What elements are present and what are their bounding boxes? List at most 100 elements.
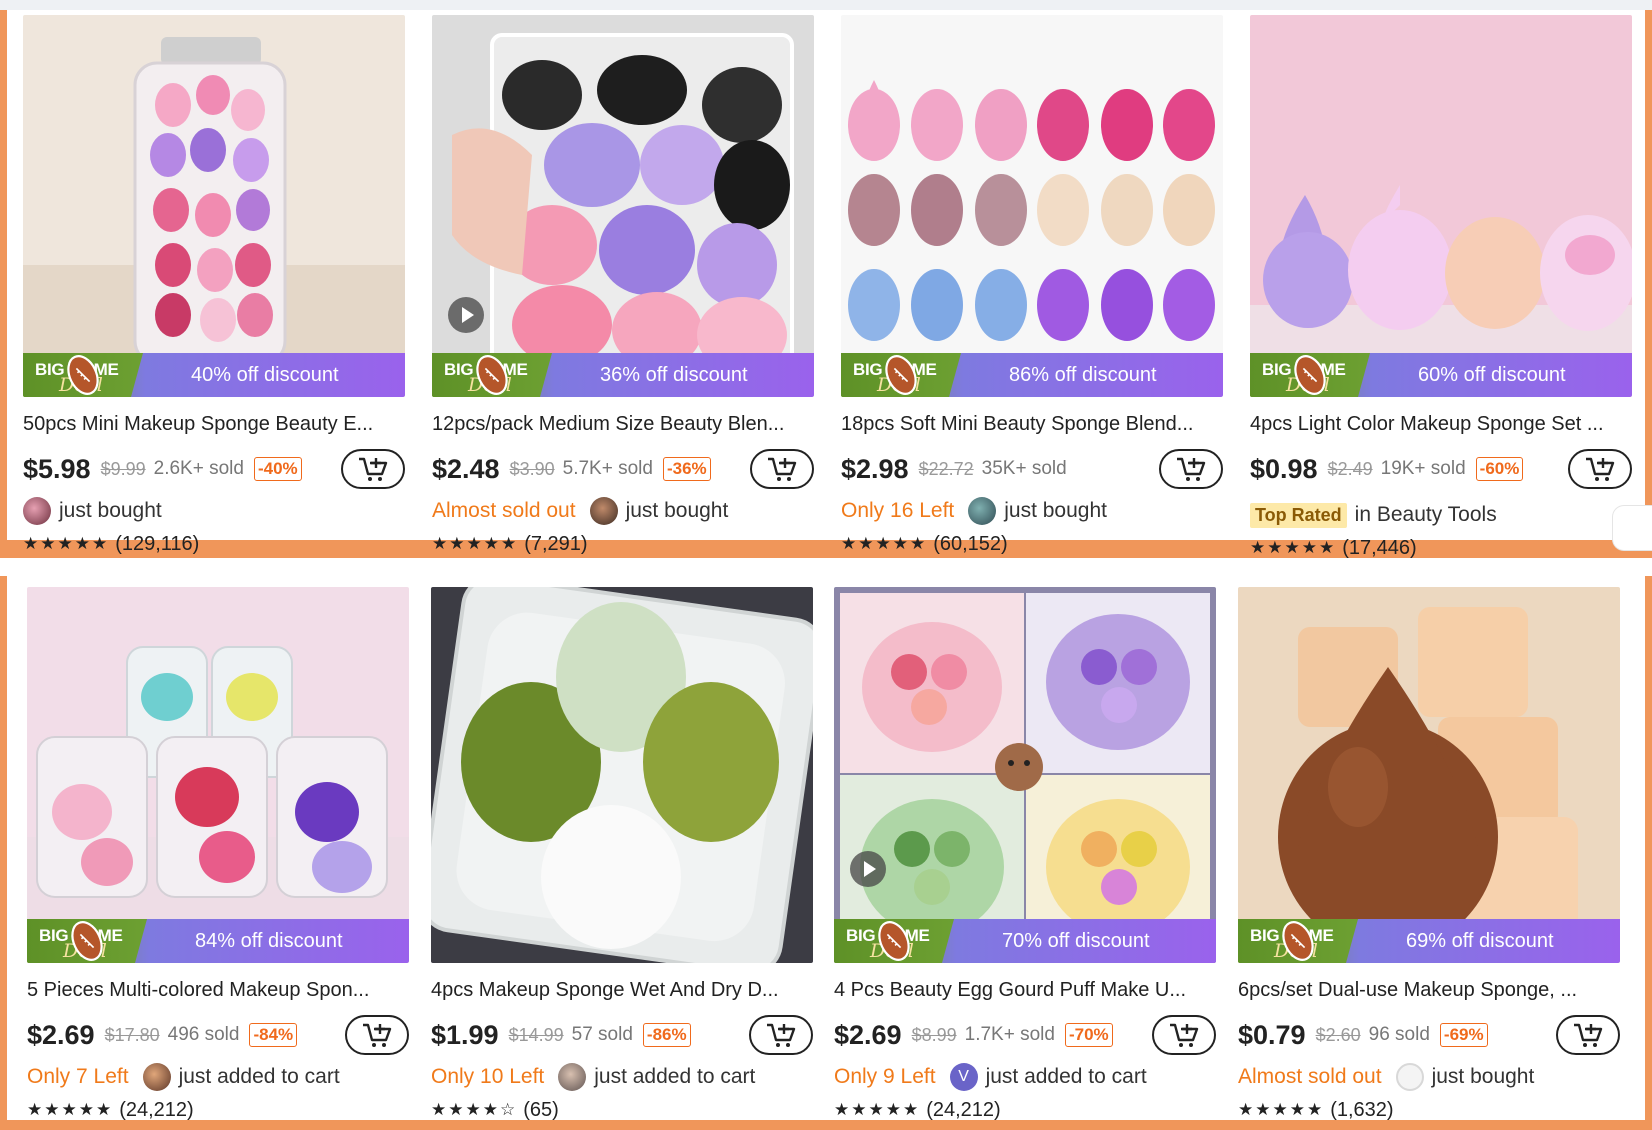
discount-badge: -36%: [662, 457, 711, 481]
product-image[interactable]: BIG GAME Deal 69% off discount: [1238, 587, 1620, 963]
product-title[interactable]: 4 Pcs Beauty Egg Gourd Puff Make U...: [834, 979, 1214, 1005]
product-title[interactable]: 18pcs Soft Mini Beauty Sponge Blend...: [841, 413, 1221, 439]
rating-row: ★★★★★ (7,291): [432, 529, 814, 559]
product-image[interactable]: BIG GAME Deal 60% off discount: [1250, 15, 1632, 397]
football-icon: [878, 921, 910, 961]
review-count[interactable]: (60,152): [933, 533, 1008, 556]
review-count[interactable]: (129,116): [115, 533, 199, 556]
product-title[interactable]: 5 Pieces Multi-colored Makeup Spon...: [27, 979, 407, 1005]
add-to-cart-button[interactable]: [1159, 449, 1223, 489]
rating-row: ★★★★★ (24,212): [834, 1095, 1216, 1125]
product-image[interactable]: BIG GAME Deal 36% off discount: [432, 15, 814, 397]
dual-use-sponge-photo: [1238, 587, 1620, 963]
football-icon: [1294, 355, 1326, 395]
big-game-deal-logo: BIG GAME Deal: [23, 353, 143, 397]
review-count[interactable]: (24,212): [119, 1099, 194, 1122]
deal-banner: BIG GAME Deal 36% off discount: [432, 353, 814, 397]
product-card[interactable]: BIG GAME Deal 69% off discount 6pcs/set …: [1238, 587, 1620, 1125]
category-rank-text[interactable]: in Beauty Tools: [1355, 503, 1497, 527]
product-image[interactable]: BIG GAME Deal 40% off discount: [23, 15, 405, 397]
activity-text: just added to cart: [985, 1065, 1147, 1088]
product-card[interactable]: BIG GAME Deal 36% off discount 12pcs/pac…: [432, 15, 814, 559]
star-rating: ★★★★☆: [431, 1100, 518, 1119]
product-title[interactable]: 4pcs Light Color Makeup Sponge Set ...: [1250, 413, 1630, 439]
activity-text: just bought: [1431, 1065, 1535, 1088]
price: $5.98: [23, 453, 91, 484]
product-title[interactable]: 4pcs Makeup Sponge Wet And Dry D...: [431, 979, 811, 1005]
product-image[interactable]: [431, 587, 813, 963]
product-title[interactable]: 6pcs/set Dual-use Makeup Sponge, ...: [1238, 979, 1618, 1005]
bear-case-puff-photo: [834, 587, 1216, 963]
sold-count: 2.6K+ sold: [153, 458, 244, 479]
review-count[interactable]: (17,446): [1342, 537, 1417, 560]
buyer-avatar: [142, 1063, 171, 1091]
add-to-cart-button[interactable]: [341, 449, 405, 489]
product-card[interactable]: BIG GAME Deal 84% off discount 5 Pieces …: [27, 587, 409, 1125]
product-card[interactable]: BIG GAME Deal 70% off discount 4 Pcs Bea…: [834, 587, 1216, 1125]
sponge-grid-photo: [841, 15, 1223, 397]
review-count[interactable]: (65): [523, 1099, 559, 1122]
price: $2.69: [834, 1019, 902, 1050]
rating-row: ★★★★☆ (65): [431, 1095, 813, 1125]
product-card[interactable]: BIG GAME Deal 40% off discount 50pcs Min…: [23, 15, 405, 559]
review-count[interactable]: (24,212): [926, 1099, 1001, 1122]
stock-warning: Only 16 Left: [841, 499, 955, 522]
activity-text: just bought: [625, 499, 729, 522]
deal-text: 36% off discount: [600, 363, 748, 386]
activity-row: Only 16 Left just bought: [841, 495, 1223, 527]
price: $2.48: [432, 453, 500, 484]
original-price: $2.49: [1327, 458, 1373, 479]
product-image[interactable]: BIG GAME Deal 86% off discount: [841, 15, 1223, 397]
price: $1.99: [431, 1019, 499, 1050]
stock-warning: Only 9 Left: [834, 1065, 936, 1088]
product-card[interactable]: 4pcs Makeup Sponge Wet And Dry D... $1.9…: [431, 587, 813, 1125]
product-title[interactable]: 12pcs/pack Medium Size Beauty Blen...: [432, 413, 812, 439]
add-to-cart-button[interactable]: [750, 449, 814, 489]
sold-count: 5.7K+ sold: [562, 458, 653, 479]
star-rating: ★★★★★: [1238, 1100, 1325, 1119]
cart-plus-icon: [1170, 1023, 1199, 1047]
original-price: $22.72: [918, 458, 974, 479]
add-to-cart-button[interactable]: [345, 1015, 409, 1055]
deal-text: 60% off discount: [1418, 363, 1566, 386]
review-count[interactable]: (1,632): [1330, 1099, 1393, 1122]
big-game-deal-logo: BIG GAME Deal: [1238, 919, 1358, 963]
big-game-deal-logo: BIG GAME Deal: [432, 353, 552, 397]
original-price: $2.60: [1315, 1024, 1361, 1045]
big-game-deal-logo: BIG GAME Deal: [841, 353, 961, 397]
price-row: $1.99 $14.99 57 sold -86%: [431, 1013, 813, 1057]
discount-badge: -40%: [253, 457, 302, 481]
product-image[interactable]: BIG GAME Deal 70% off discount: [834, 587, 1216, 963]
stock-warning: Almost sold out: [432, 499, 576, 522]
star-rating: ★★★★★: [834, 1100, 921, 1119]
deal-text: 40% off discount: [191, 363, 339, 386]
add-to-cart-button[interactable]: [749, 1015, 813, 1055]
deal-banner: BIG GAME Deal 60% off discount: [1250, 353, 1632, 397]
play-video-icon[interactable]: [448, 297, 484, 333]
top-strip: [0, 0, 1652, 10]
buyer-avatar: V: [949, 1063, 978, 1091]
deal-banner: BIG GAME Deal 69% off discount: [1238, 919, 1620, 963]
product-title[interactable]: 50pcs Mini Makeup Sponge Beauty E...: [23, 413, 403, 439]
price: $2.69: [27, 1019, 95, 1050]
add-to-cart-button[interactable]: [1152, 1015, 1216, 1055]
activity-row: Only 9 Left V just added to cart: [834, 1061, 1216, 1093]
star-rating: ★★★★★: [432, 534, 519, 553]
deal-text: 84% off discount: [195, 929, 343, 952]
original-price: $17.80: [104, 1024, 160, 1045]
add-to-cart-button[interactable]: [1568, 449, 1632, 489]
rating-row: ★★★★★ (1,632): [1238, 1095, 1620, 1125]
discount-badge: -70%: [1064, 1023, 1113, 1047]
cart-plus-icon: [768, 457, 797, 481]
activity-text: just added to cart: [178, 1065, 340, 1088]
add-to-cart-button[interactable]: [1556, 1015, 1620, 1055]
product-image[interactable]: BIG GAME Deal 84% off discount: [27, 587, 409, 963]
product-card[interactable]: BIG GAME Deal 60% off discount 4pcs Ligh…: [1250, 15, 1632, 563]
review-count[interactable]: (7,291): [524, 533, 587, 556]
buyer-avatar: [589, 497, 618, 525]
sold-count: 96 sold: [1368, 1024, 1430, 1045]
sold-count: 19K+ sold: [1380, 458, 1466, 479]
play-video-icon[interactable]: [850, 851, 886, 887]
product-card[interactable]: BIG GAME Deal 86% off discount 18pcs Sof…: [841, 15, 1223, 559]
sponge-jar-photo: [23, 15, 405, 397]
